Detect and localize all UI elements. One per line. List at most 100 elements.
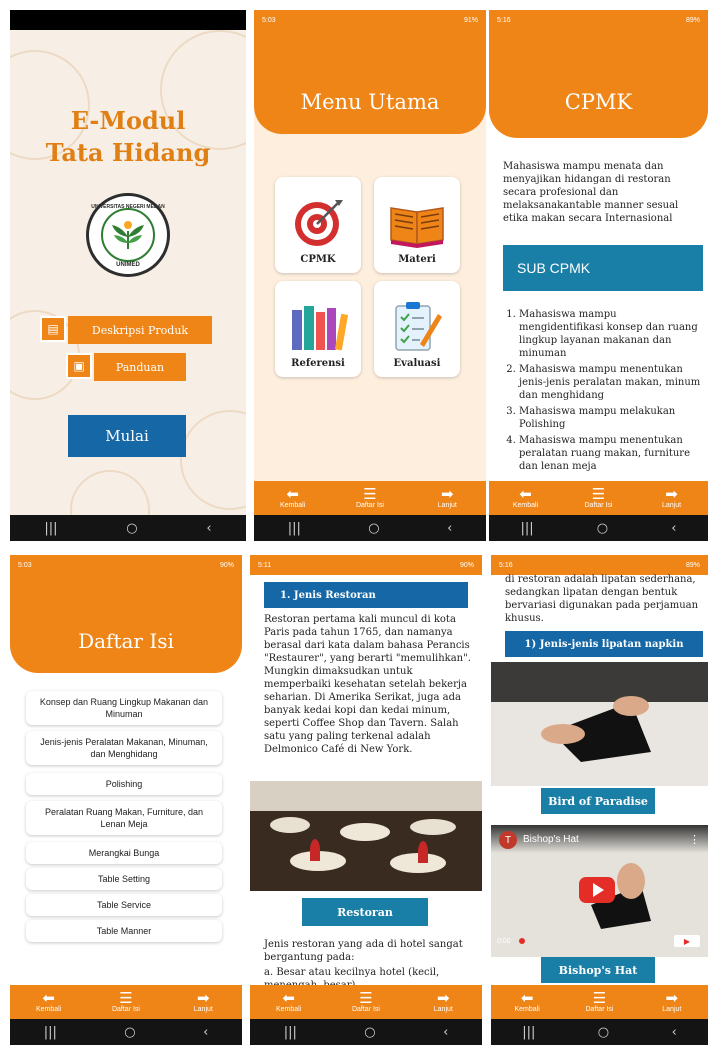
daftar-isi-button[interactable]: ☰ Daftar Isi	[569, 991, 629, 1014]
lanjut-button[interactable]: ➡ Lanjut	[173, 989, 233, 1014]
recent-apps-icon[interactable]: |||	[522, 1025, 535, 1040]
list-icon: ☰	[359, 989, 373, 1007]
toc-item[interactable]: Jenis-jenis Peralatan Makanan, Minuman, …	[26, 731, 222, 765]
book-icon	[390, 207, 444, 248]
photo-caption: Restoran	[302, 898, 428, 926]
back-icon[interactable]: ‹	[671, 521, 676, 536]
daftar-isi-button[interactable]: ☰ Daftar Isi	[96, 991, 156, 1014]
bottom-nav: ⬅ Kembali ☰ Daftar Isi ➡ Lanjut	[489, 481, 708, 515]
arrow-left-icon: ⬅	[520, 989, 534, 1007]
daftar-isi-label: Daftar Isi	[585, 1006, 614, 1013]
system-navbar: ||| ○ ‹	[10, 515, 246, 541]
home-icon[interactable]: ○	[368, 521, 379, 536]
recent-apps-icon[interactable]: |||	[521, 521, 534, 536]
kembali-button[interactable]: ⬅ Kembali	[259, 991, 319, 1014]
back-icon[interactable]: ‹	[443, 1025, 448, 1040]
toc-item[interactable]: Table Service	[26, 894, 222, 916]
kembali-button[interactable]: ⬅ Kembali	[496, 485, 556, 510]
lanjut-label: Lanjut	[437, 502, 457, 509]
home-icon[interactable]: ○	[598, 1025, 609, 1040]
battery-level: 89%	[685, 16, 700, 24]
home-icon[interactable]: ○	[124, 1025, 135, 1040]
menu-card-referensi[interactable]: Referensi	[275, 281, 361, 377]
toc-item[interactable]: Konsep dan Ruang Lingkup Makanan dan Min…	[26, 691, 222, 725]
menu-card-evaluasi[interactable]: Evaluasi	[374, 281, 460, 377]
back-icon[interactable]: ‹	[206, 521, 211, 536]
menu-utama-screen: Menu Utama 5:03 91% CPMK Materi Referens…	[254, 10, 486, 541]
napkin-paragraph: di restoran adalah lipatan sederhana, se…	[505, 574, 699, 624]
system-navbar: ||| ○ ‹	[491, 1019, 708, 1045]
back-icon[interactable]: ‹	[672, 1025, 677, 1040]
system-navbar: ||| ○ ‹	[254, 515, 486, 541]
kembali-button[interactable]: ⬅ Kembali	[263, 487, 323, 510]
system-navbar: ||| ○ ‹	[489, 515, 708, 541]
status-bar: 5:16 89%	[491, 555, 708, 575]
toc-item[interactable]: Table Setting	[26, 868, 222, 890]
kembali-label: Kembali	[514, 1006, 540, 1013]
toc-item[interactable]: Table Manner	[26, 920, 222, 942]
home-icon[interactable]: ○	[597, 521, 608, 536]
guide-icon[interactable]: ▣	[66, 353, 92, 379]
flower-decoration	[310, 839, 320, 861]
document-icon[interactable]: ▤	[40, 316, 66, 342]
toc-item[interactable]: Merangkai Bunga	[26, 842, 222, 864]
app-title-line1: E-Modul	[70, 106, 186, 135]
video-time: 0:00	[497, 938, 511, 945]
video-player[interactable]: T Bishop's Hat ⋮ 0:00 ▶	[491, 825, 708, 957]
recent-apps-icon[interactable]: |||	[284, 1025, 297, 1040]
back-icon[interactable]: ‹	[447, 521, 452, 536]
recent-apps-icon[interactable]: |||	[44, 1025, 57, 1040]
lanjut-button[interactable]: ➡ Lanjut	[642, 487, 702, 510]
system-navbar: ||| ○ ‹	[10, 1019, 242, 1045]
arrow-left-icon: ⬅	[42, 989, 55, 1007]
status-time: 5:03	[262, 16, 276, 24]
progress-scrubber[interactable]	[519, 938, 525, 944]
lanjut-button[interactable]: ➡ Lanjut	[417, 485, 477, 510]
toc-item[interactable]: Peralatan Ruang Makan, Furniture, dan Le…	[26, 801, 222, 835]
cpmk-screen: CPMK 5:16 89% Mahasiswa mampu menata dan…	[489, 10, 708, 541]
recent-apps-icon[interactable]: |||	[288, 521, 301, 536]
sub-cpmk-list: Mahasiswa mampu mengidentifikasi konsep …	[503, 308, 703, 476]
jenis-restoran-screen: 5:11 90% 1. Jenis Restoran Restoran pert…	[250, 555, 482, 1045]
arrow-left-icon: ⬅	[519, 485, 532, 503]
kembali-label: Kembali	[280, 502, 306, 509]
battery-level: 91%	[463, 16, 478, 24]
back-icon[interactable]: ‹	[203, 1025, 208, 1040]
menu-card-materi[interactable]: Materi	[374, 177, 460, 273]
kembali-label: Kembali	[36, 1006, 62, 1013]
card-label: Materi	[398, 254, 436, 265]
daftar-isi-button[interactable]: ☰ Daftar Isi	[569, 487, 629, 510]
lanjut-button[interactable]: ➡ Lanjut	[413, 991, 473, 1014]
lanjut-button[interactable]: ➡ Lanjut	[642, 989, 702, 1014]
toc-item[interactable]: Polishing	[26, 773, 222, 795]
kembali-button[interactable]: ⬅ Kembali	[497, 989, 557, 1014]
home-icon[interactable]: ○	[126, 521, 137, 536]
logo-text-top: UNIVERSITAS NEGERI MEDAN	[91, 204, 165, 210]
floral-decoration	[180, 410, 246, 510]
menu-card-cpmk[interactable]: CPMK	[275, 177, 361, 273]
daftar-isi-button[interactable]: ☰ Daftar Isi	[336, 989, 396, 1014]
bottom-nav: ⬅ Kembali ☰ Daftar Isi ➡ Lanjut	[254, 481, 486, 515]
youtube-logo-icon[interactable]: ▶	[674, 935, 700, 947]
panduan-button[interactable]: Panduan	[94, 353, 186, 381]
deskripsi-produk-button[interactable]: Deskripsi Produk	[68, 316, 212, 344]
daftar-isi-screen: Daftar Isi 5:03 90% Konsep dan Ruang Lin…	[10, 555, 242, 1045]
logo-emblem	[101, 208, 155, 262]
window-wall	[250, 781, 482, 811]
card-label: Referensi	[291, 358, 345, 369]
arrow-right-icon: ➡	[197, 989, 210, 1007]
books-icon	[292, 306, 348, 351]
kembali-button[interactable]: ⬅ Kembali	[19, 989, 79, 1014]
mulai-button[interactable]: Mulai	[68, 415, 186, 457]
home-icon[interactable]: ○	[364, 1025, 375, 1040]
daftar-isi-button[interactable]: ☰ Daftar Isi	[340, 487, 400, 510]
arrow-right-icon: ➡	[441, 485, 454, 503]
status-time: 5:16	[497, 16, 511, 24]
arrow-right-icon: ➡	[665, 989, 679, 1007]
recent-apps-icon[interactable]: |||	[44, 521, 57, 536]
status-bar	[10, 10, 246, 30]
bottom-nav: ⬅ Kembali ☰ Daftar Isi ➡ Lanjut	[10, 985, 242, 1019]
section-heading: 1) Jenis-jenis lipatan napkin	[505, 631, 703, 657]
status-time: 5:16	[499, 561, 513, 569]
play-button[interactable]	[579, 877, 615, 903]
